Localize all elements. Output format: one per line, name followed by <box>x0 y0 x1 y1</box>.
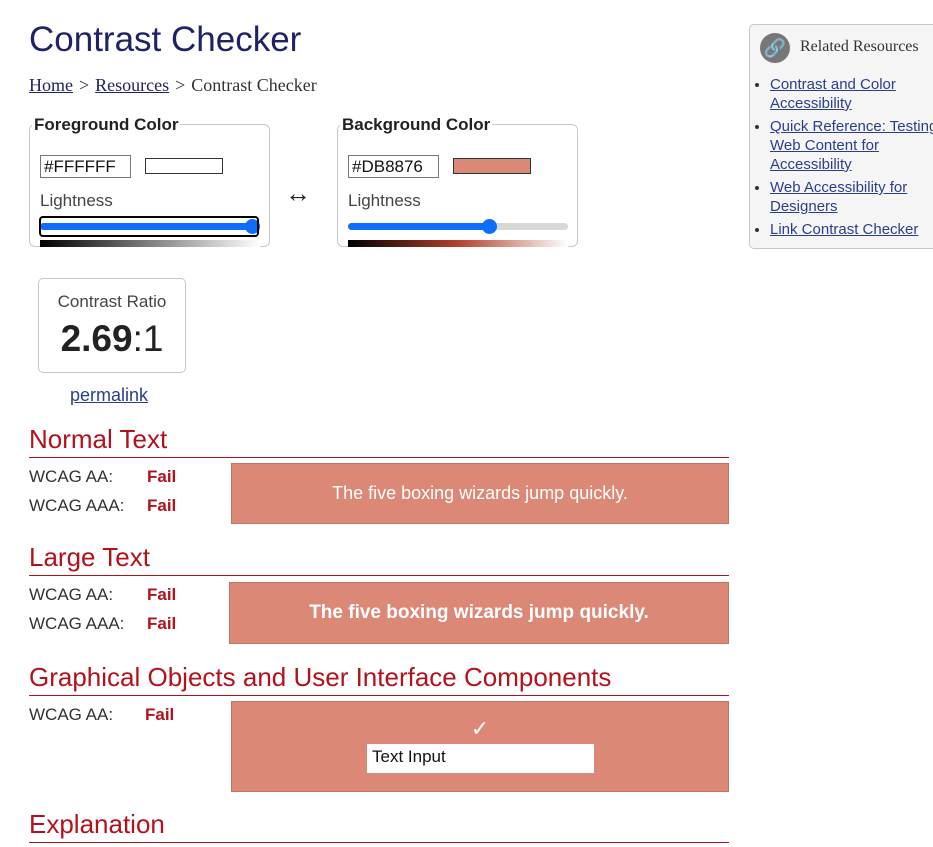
explanation-heading: Explanation <box>29 809 729 843</box>
background-legend: Background Color <box>340 115 493 135</box>
sample-text-input[interactable]: Text Input <box>367 744 594 773</box>
graphical-wcag-aa-label: WCAG AA: <box>29 705 114 724</box>
foreground-color-group: Foreground Color #FFFFFF Lightness <box>29 115 270 247</box>
normal-text-heading: Normal Text <box>29 424 729 458</box>
resource-link-quick-reference[interactable]: Quick Reference: Testing Web Content for… <box>770 118 933 173</box>
contrast-ratio-box: Contrast Ratio 2.69:1 <box>38 278 186 373</box>
slider-thumb[interactable] <box>481 219 497 234</box>
related-resources-list: Contrast and Color Accessibility Quick R… <box>750 75 933 243</box>
background-lightness-label: Lightness <box>348 191 421 210</box>
checkmark-icon[interactable]: ✓ <box>232 716 728 742</box>
background-color-picker[interactable] <box>453 158 531 174</box>
breadcrumb-resources-link[interactable]: Resources <box>95 75 169 95</box>
breadcrumb-separator: > <box>79 75 90 95</box>
large-text-sample: The five boxing wizards jump quickly. <box>229 582 729 644</box>
foreground-color-picker[interactable] <box>145 158 223 174</box>
resource-link-contrast-color[interactable]: Contrast and Color Accessibility <box>770 76 896 112</box>
list-item: Contrast and Color Accessibility <box>770 75 933 113</box>
large-wcag-aaa-result: Fail <box>147 614 177 633</box>
graphical-wcag-aa-result: Fail <box>145 705 175 724</box>
foreground-hex-input[interactable]: #FFFFFF <box>40 155 131 178</box>
sidebar-title: Related Resources <box>800 38 919 55</box>
background-hex-input[interactable]: #DB8876 <box>348 155 439 178</box>
breadcrumb-separator: > <box>175 75 186 95</box>
list-item: Link Contrast Checker <box>770 220 933 239</box>
contrast-ratio-label: Contrast Ratio <box>57 292 167 311</box>
list-item: Web Accessibility for Designers <box>770 178 933 216</box>
graphical-objects-sample: ✓ Text Input <box>231 701 729 792</box>
foreground-legend: Foreground Color <box>32 115 181 135</box>
resource-link-link-contrast[interactable]: Link Contrast Checker <box>770 221 918 238</box>
normal-wcag-aa-label: WCAG AA: <box>29 467 114 486</box>
contrast-ratio-value: 2.69:1 <box>39 318 185 360</box>
foreground-lightness-gradient <box>40 240 260 247</box>
breadcrumb-home-link[interactable]: Home <box>29 75 73 95</box>
normal-wcag-aaa-label: WCAG AAA: <box>29 496 125 515</box>
normal-wcag-aaa-result: Fail <box>147 496 177 515</box>
graphical-objects-heading: Graphical Objects and User Interface Com… <box>29 662 729 696</box>
permalink-link[interactable]: permalink <box>70 385 148 406</box>
background-lightness-slider[interactable] <box>348 216 568 237</box>
slider-fill <box>348 223 489 230</box>
list-item: Quick Reference: Testing Web Content for… <box>770 117 933 174</box>
page-title: Contrast Checker <box>29 20 302 59</box>
normal-text-sample: The five boxing wizards jump quickly. <box>231 463 729 524</box>
large-wcag-aa-result: Fail <box>147 585 177 604</box>
large-wcag-aaa-label: WCAG AAA: <box>29 614 125 633</box>
background-lightness-gradient <box>348 240 568 247</box>
foreground-lightness-label: Lightness <box>40 191 113 210</box>
normal-wcag-aa-result: Fail <box>147 467 177 486</box>
link-icon: 🔗 <box>760 33 790 63</box>
contrast-ratio-suffix: :1 <box>132 318 164 359</box>
swap-arrows-icon[interactable]: ↔ <box>285 178 311 209</box>
related-resources-sidebar: 🔗 Related Resources Contrast and Color A… <box>749 24 933 249</box>
focus-ring <box>39 216 259 237</box>
large-text-heading: Large Text <box>29 542 729 576</box>
large-wcag-aa-label: WCAG AA: <box>29 585 114 604</box>
background-color-group: Background Color #DB8876 Lightness <box>337 115 578 247</box>
contrast-ratio-number: 2.69 <box>60 318 133 359</box>
breadcrumb: Home > Resources > Contrast Checker <box>29 75 317 96</box>
breadcrumb-current: Contrast Checker <box>191 75 317 95</box>
resource-link-designers[interactable]: Web Accessibility for Designers <box>770 179 907 215</box>
foreground-lightness-slider[interactable] <box>39 216 260 237</box>
